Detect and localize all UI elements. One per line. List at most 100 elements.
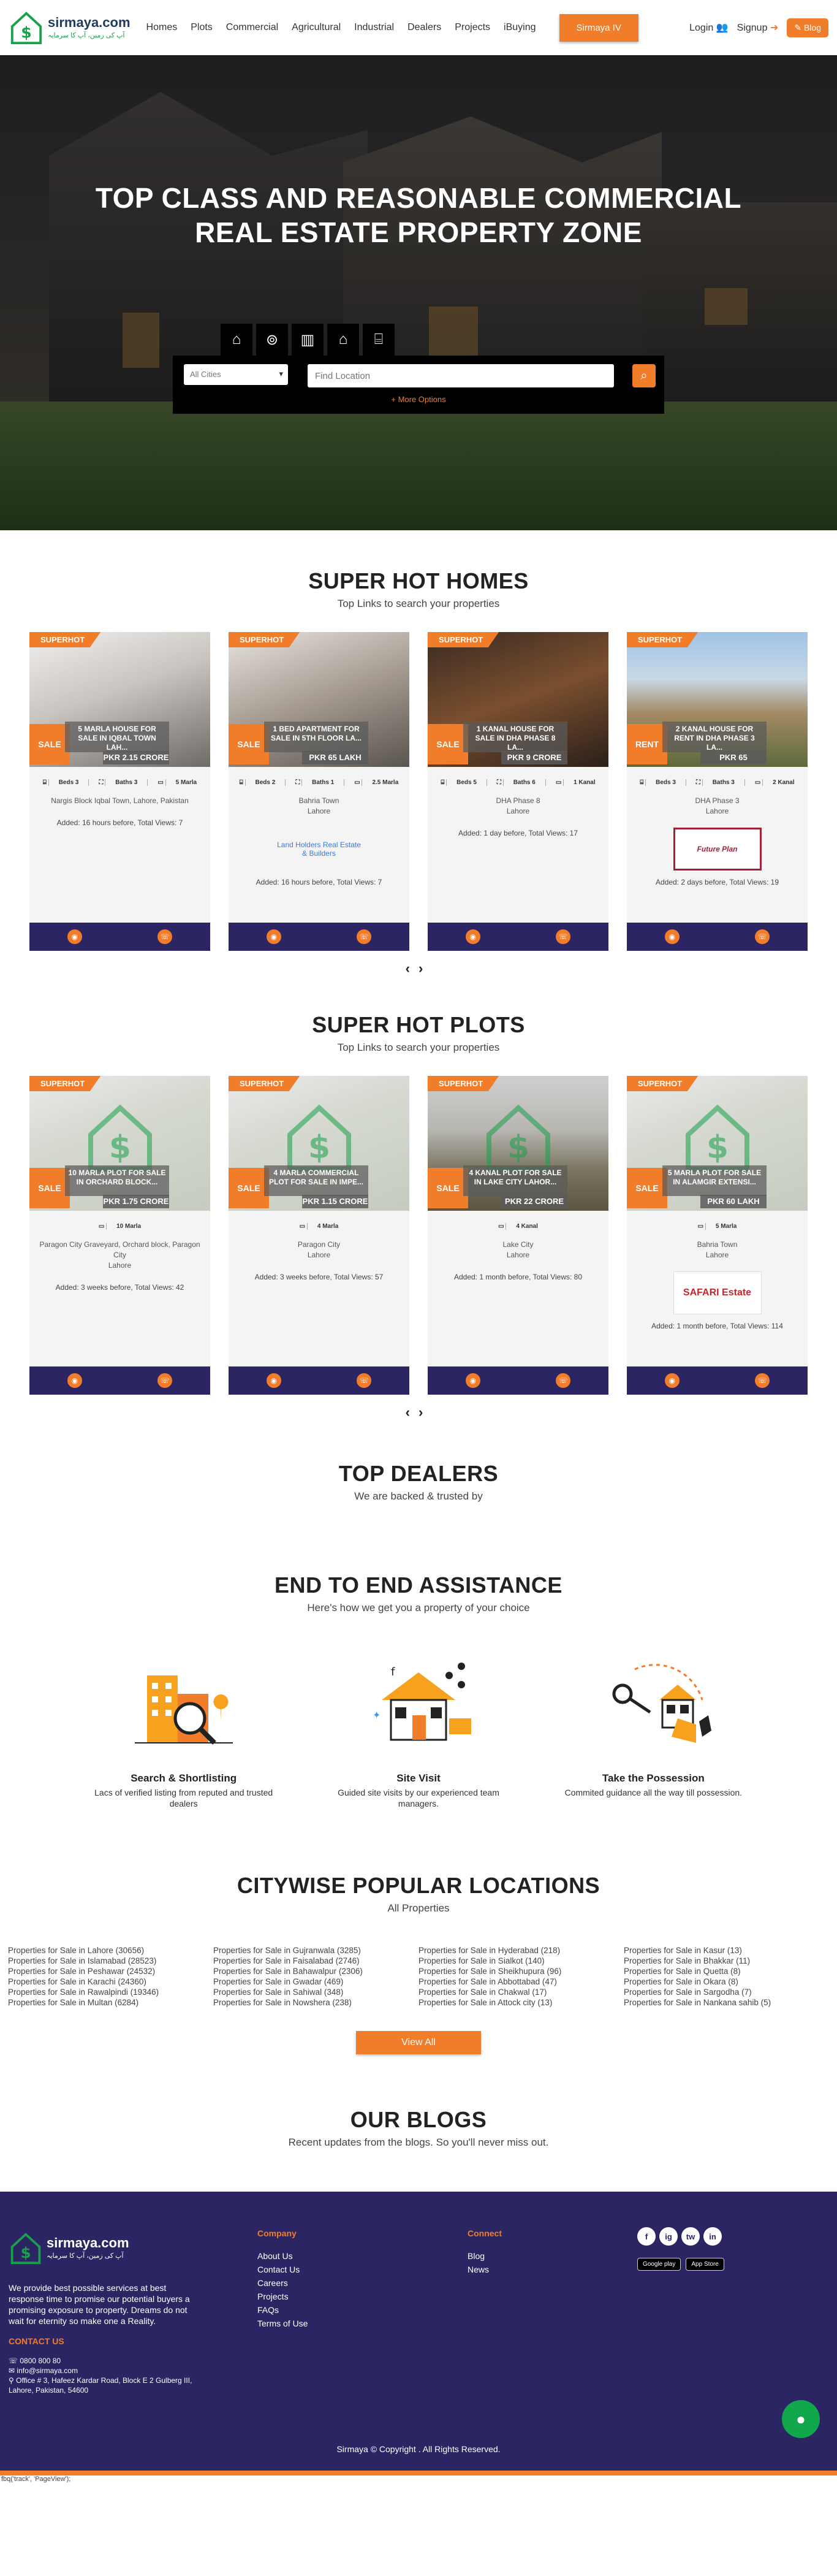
property-card[interactable]: SUPERHOT SALE 5 MARLA HOUSE FOR SALE IN IQ…: [29, 632, 210, 951]
camera-icon[interactable]: ◉: [67, 929, 82, 944]
phone-icon[interactable]: ☏: [755, 929, 770, 944]
app-store-badge[interactable]: App Store: [686, 2258, 724, 2271]
city-link[interactable]: Properties for Sale in Attock city (13): [418, 1997, 624, 2008]
nav-ibuying[interactable]: iBuying: [504, 22, 536, 33]
property-image[interactable]: SUPERHOT SALE 5 MARLA HOUSE FOR SALE IN IQ…: [29, 632, 210, 767]
plot-icon[interactable]: ⊚: [256, 324, 288, 356]
agency-logo[interactable]: Land Holders Real Estate & Builders: [275, 828, 363, 871]
phone-icon[interactable]: ☏: [556, 929, 571, 944]
login-link[interactable]: Login 👥: [689, 21, 729, 34]
phone-icon[interactable]: ☏: [556, 1373, 571, 1388]
home-icon[interactable]: ⌂: [221, 324, 252, 356]
city-link[interactable]: Properties for Sale in Karachi (24360): [8, 1976, 213, 1987]
nav-industrial[interactable]: Industrial: [354, 22, 394, 33]
property-card[interactable]: $ SUPERHOT SALE 5 MARLA PLOT FOR SALE IN AL…: [627, 1076, 808, 1395]
city-link[interactable]: Properties for Sale in Okara (8): [624, 1976, 829, 1987]
property-title[interactable]: 5 MARLA PLOT FOR SALE IN ALAMGIR EXTENSI…: [662, 1165, 767, 1196]
nav-plots[interactable]: Plots: [191, 22, 213, 33]
property-card[interactable]: $ SUPERHOT SALE 4 KANAL PLOT FOR SALE IN LA…: [428, 1076, 608, 1395]
next-arrow-icon[interactable]: ›: [418, 961, 431, 976]
footer-phone[interactable]: ☏ 0800 800 80: [9, 2356, 199, 2366]
agency-logo[interactable]: SAFARI Estate: [673, 1271, 762, 1314]
blog-button[interactable]: ✎ Blog: [787, 18, 828, 37]
view-all-button[interactable]: View All: [356, 2031, 481, 2054]
phone-icon[interactable]: ☏: [157, 929, 173, 944]
city-link[interactable]: Properties for Sale in Quetta (8): [624, 1966, 829, 1976]
city-link[interactable]: Properties for Sale in Nankana sahib (5): [624, 1997, 829, 2008]
property-card[interactable]: $ SUPERHOT SALE 10 MARLA PLOT FOR SALE IN O…: [29, 1076, 210, 1395]
property-title[interactable]: 1 KANAL HOUSE FOR SALE IN DHA PHASE 8 LA…: [463, 722, 567, 752]
city-link[interactable]: Properties for Sale in Nowshera (238): [213, 1997, 418, 2008]
google-play-badge[interactable]: Google play: [637, 2258, 681, 2271]
city-link[interactable]: Properties for Sale in Islamabad (28523): [8, 1956, 213, 1966]
company-link[interactable]: Contact Us: [257, 2263, 308, 2276]
city-select[interactable]: All Cities: [184, 364, 288, 385]
property-image[interactable]: SUPERHOT SALE 1 BED APARTMENT FOR SALE IN …: [229, 632, 409, 767]
agency-logo[interactable]: Future Plan: [673, 828, 762, 871]
city-link[interactable]: Properties for Sale in Gwadar (469): [213, 1976, 418, 1987]
company-link[interactable]: About Us: [257, 2249, 308, 2263]
industrial-icon[interactable]: ⌸: [363, 324, 395, 356]
property-image[interactable]: $ SUPERHOT SALE 4 KANAL PLOT FOR SALE IN LA…: [428, 1076, 608, 1211]
property-image[interactable]: SUPERHOT SALE 1 KANAL HOUSE FOR SALE IN DH…: [428, 632, 608, 767]
footer-logo[interactable]: $ sirmaya.com آپ کی زمین، آپ کا سرمایہ: [9, 2231, 199, 2265]
more-options-link[interactable]: + More Options: [173, 395, 664, 404]
city-link[interactable]: Properties for Sale in Sargodha (7): [624, 1987, 829, 1997]
nav-agricultural[interactable]: Agricultural: [292, 22, 341, 33]
phone-icon[interactable]: ☏: [755, 1373, 770, 1388]
chat-bubble-icon[interactable]: ●: [782, 2400, 820, 2438]
nav-commercial[interactable]: Commercial: [226, 22, 278, 33]
city-link[interactable]: Properties for Sale in Kasur (13): [624, 1945, 829, 1956]
city-link[interactable]: Properties for Sale in Sahiwal (348): [213, 1987, 418, 1997]
connect-link[interactable]: Blog: [468, 2249, 502, 2263]
commercial-icon[interactable]: ⌂: [327, 324, 359, 356]
company-link[interactable]: FAQs: [257, 2303, 308, 2317]
city-link[interactable]: Properties for Sale in Multan (6284): [8, 1997, 213, 2008]
city-link[interactable]: Properties for Sale in Faisalabad (2746): [213, 1956, 418, 1966]
property-card[interactable]: SUPERHOT SALE 1 KANAL HOUSE FOR SALE IN DH…: [428, 632, 608, 951]
city-link[interactable]: Properties for Sale in Gujranwala (3285): [213, 1945, 418, 1956]
camera-icon[interactable]: ◉: [67, 1373, 82, 1388]
site-logo[interactable]: $ sirmaya.com آپ کی زمین، آپ کا سرمایہ: [9, 10, 131, 45]
property-title[interactable]: 4 MARLA COMMERCIAL PLOT FOR SALE IN IMPE…: [264, 1165, 368, 1196]
city-link[interactable]: Properties for Sale in Bhakkar (11): [624, 1956, 829, 1966]
footer-email[interactable]: ✉ info@sirmaya.com: [9, 2366, 199, 2376]
nav-projects[interactable]: Projects: [455, 22, 490, 33]
camera-icon[interactable]: ◉: [266, 1373, 281, 1388]
prev-arrow-icon[interactable]: ‹: [406, 1404, 418, 1420]
linkedin-icon[interactable]: in: [703, 2227, 722, 2246]
twitter-icon[interactable]: tw: [681, 2227, 700, 2246]
property-image[interactable]: $ SUPERHOT SALE 5 MARLA PLOT FOR SALE IN AL…: [627, 1076, 808, 1211]
property-card[interactable]: $ SUPERHOT SALE 4 MARLA COMMERCIAL PLOT FOR…: [229, 1076, 409, 1395]
property-card[interactable]: SUPERHOT RENT 2 KANAL HOUSE FOR RENT IN DH…: [627, 632, 808, 951]
city-link[interactable]: Properties for Sale in Hyderabad (218): [418, 1945, 624, 1956]
property-image[interactable]: $ SUPERHOT SALE 10 MARLA PLOT FOR SALE IN O…: [29, 1076, 210, 1211]
property-title[interactable]: 10 MARLA PLOT FOR SALE IN ORCHARD BLOCK.…: [65, 1165, 169, 1196]
phone-icon[interactable]: ☏: [357, 929, 372, 944]
signup-link[interactable]: Signup ➜: [737, 21, 779, 34]
sirmaya-iv-button[interactable]: Sirmaya IV: [559, 13, 638, 42]
camera-icon[interactable]: ◉: [664, 1373, 680, 1388]
camera-icon[interactable]: ◉: [664, 929, 680, 944]
prev-arrow-icon[interactable]: ‹: [406, 961, 418, 976]
property-title[interactable]: 2 KANAL HOUSE FOR RENT IN DHA PHASE 3 LA…: [662, 722, 767, 752]
phone-icon[interactable]: ☏: [357, 1373, 372, 1388]
company-link[interactable]: Careers: [257, 2276, 308, 2290]
location-input[interactable]: [308, 364, 614, 387]
nav-homes[interactable]: Homes: [146, 22, 178, 33]
connect-link[interactable]: News: [468, 2263, 502, 2276]
city-link[interactable]: Properties for Sale in Chakwal (17): [418, 1987, 624, 1997]
facebook-icon[interactable]: f: [637, 2227, 656, 2246]
nav-dealers[interactable]: Dealers: [407, 22, 441, 33]
city-link[interactable]: Properties for Sale in Bahawalpur (2306): [213, 1966, 418, 1976]
building-icon[interactable]: ▥: [292, 324, 324, 356]
instagram-icon[interactable]: ig: [659, 2227, 678, 2246]
property-card[interactable]: SUPERHOT SALE 1 BED APARTMENT FOR SALE IN …: [229, 632, 409, 951]
property-title[interactable]: 1 BED APARTMENT FOR SALE IN 5TH FLOOR LA…: [264, 722, 368, 752]
next-arrow-icon[interactable]: ›: [418, 1404, 431, 1420]
company-link[interactable]: Terms of Use: [257, 2317, 308, 2330]
city-link[interactable]: Properties for Sale in Sheikhupura (96): [418, 1966, 624, 1976]
property-image[interactable]: SUPERHOT RENT 2 KANAL HOUSE FOR RENT IN DH…: [627, 632, 808, 767]
search-button[interactable]: ⌕: [632, 364, 656, 387]
camera-icon[interactable]: ◉: [465, 1373, 480, 1388]
